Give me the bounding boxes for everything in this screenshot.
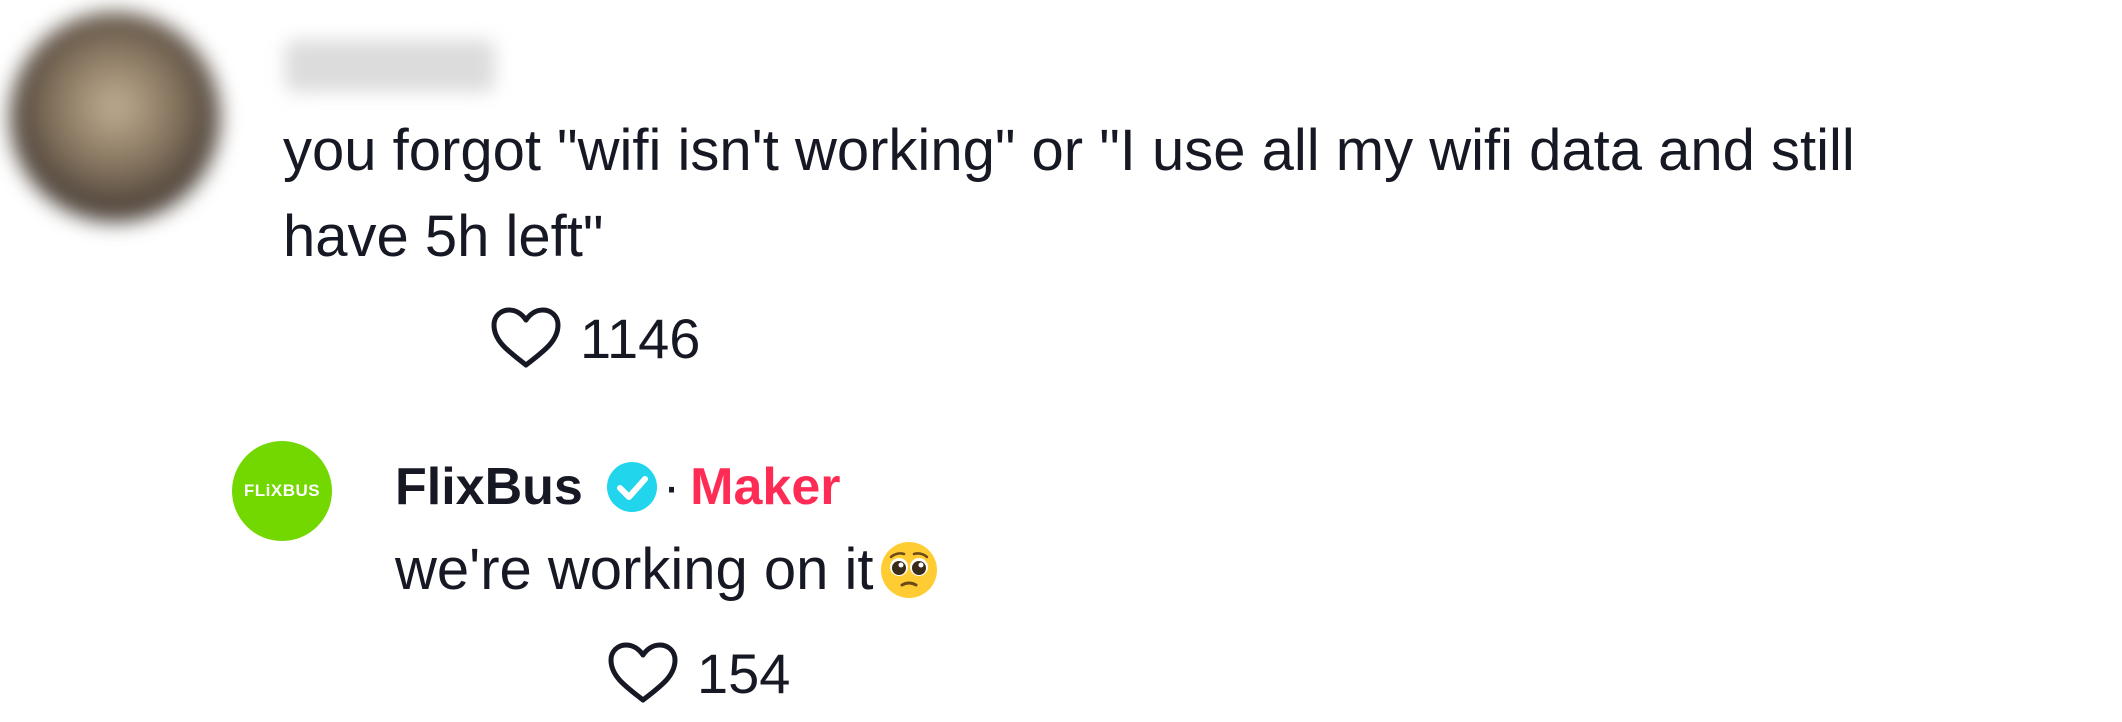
pleading-face-emoji xyxy=(880,542,937,598)
comment-like-count: 1146 xyxy=(580,306,701,370)
comment-like-button[interactable]: 1146 xyxy=(488,305,700,371)
reply-like-count: 154 xyxy=(697,641,791,705)
comment-item: you forgot "wifi isn't working" or "I us… xyxy=(0,0,2122,400)
verified-badge-icon xyxy=(606,462,657,512)
heart-outline-icon[interactable] xyxy=(488,305,564,371)
flixbus-avatar[interactable]: FLiXBUS xyxy=(232,441,332,541)
reply-author-name[interactable]: FlixBus xyxy=(395,457,583,517)
reply-text-row: we're working on it xyxy=(395,530,940,610)
reply-like-button[interactable]: 154 xyxy=(605,640,790,706)
username-blurred[interactable] xyxy=(285,40,495,92)
comment-text: you forgot "wifi isn't working" or "I us… xyxy=(283,118,1855,269)
user-avatar[interactable] xyxy=(10,12,220,222)
reply-header: FlixBus · Maker xyxy=(395,452,840,522)
maker-label: Maker xyxy=(690,458,841,516)
flixbus-logo: FLiXBUS xyxy=(243,481,321,500)
reply-text: we're working on it xyxy=(395,537,874,602)
separator-dot: · xyxy=(662,458,681,516)
heart-outline-icon[interactable] xyxy=(605,640,681,706)
